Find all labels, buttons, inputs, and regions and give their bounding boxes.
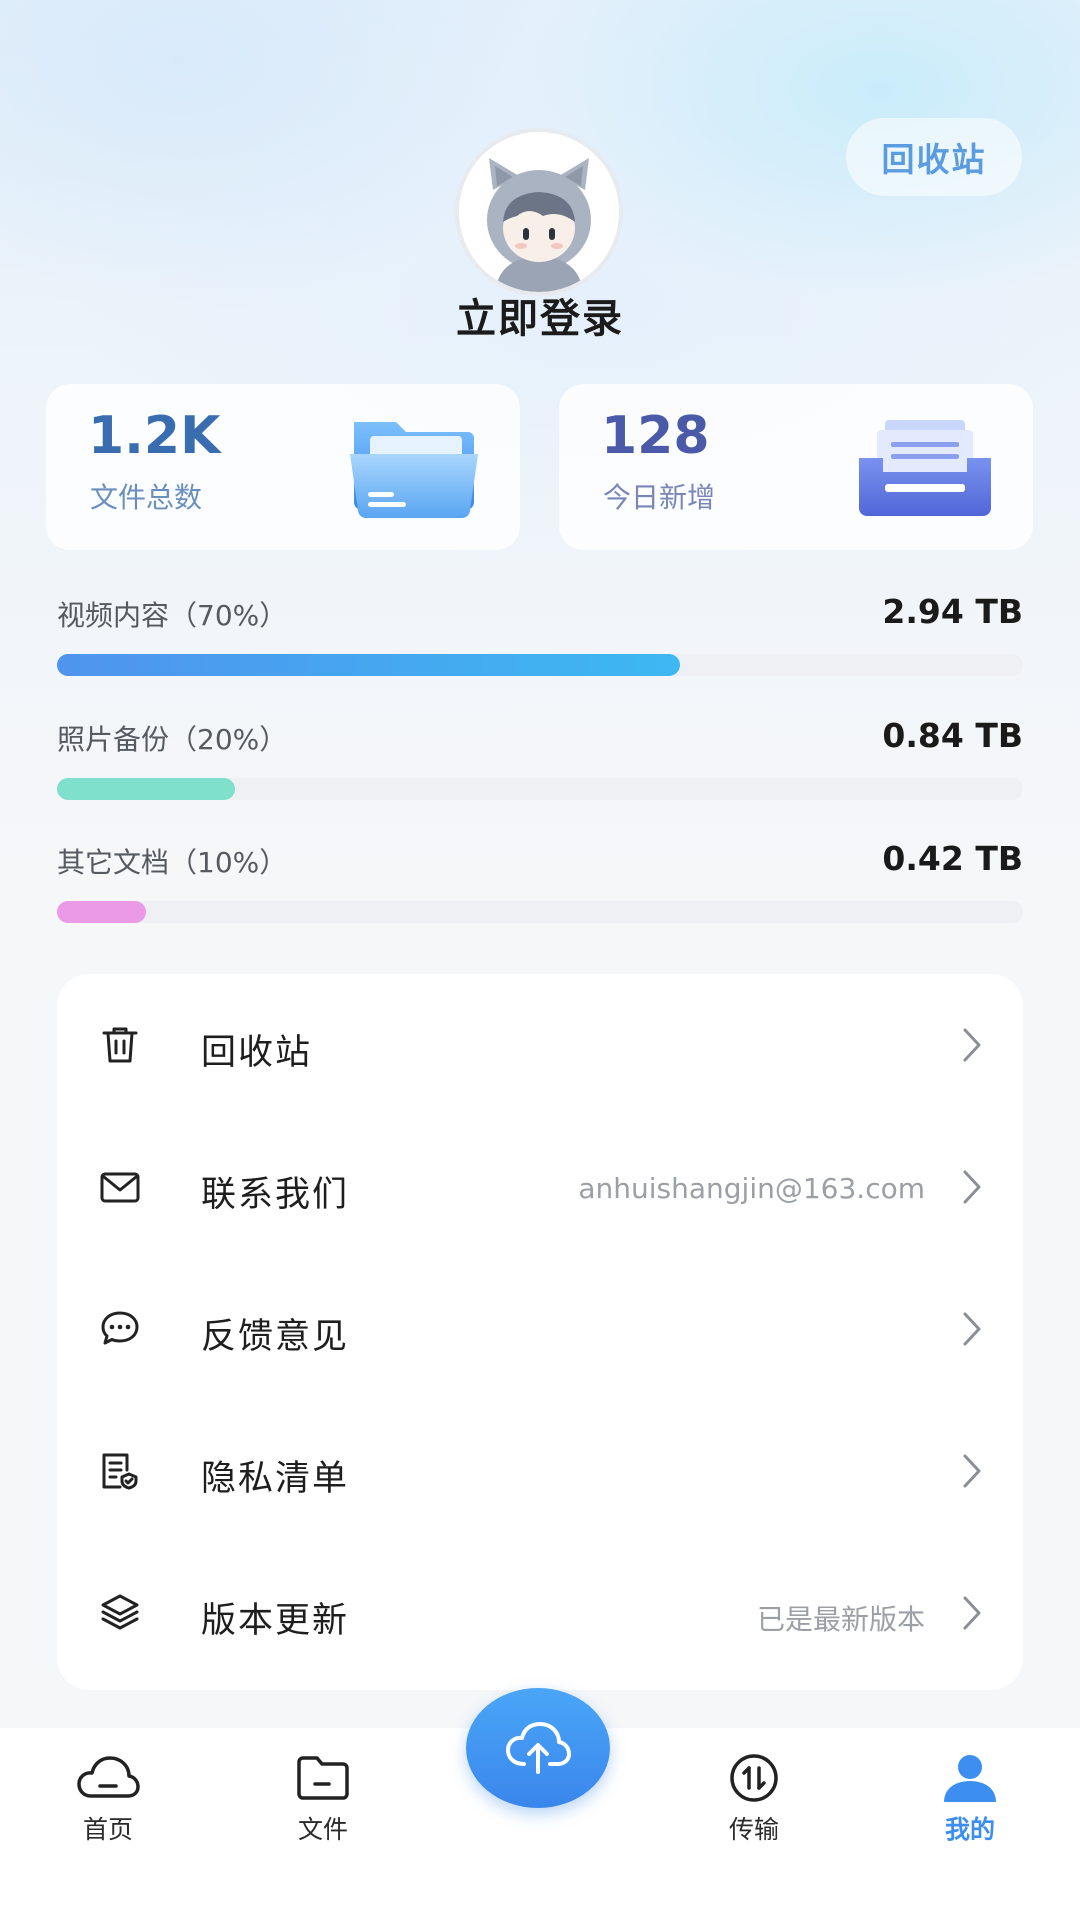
- folder-open-icon: [350, 422, 478, 518]
- chat-bubble-icon: [101, 1311, 139, 1345]
- storage-video-size: 2.94 TB: [882, 592, 1023, 631]
- cloud-upload-icon: [506, 1722, 571, 1774]
- storage-photo-track: [57, 778, 1023, 800]
- chevron-right-icon: [963, 1312, 981, 1346]
- tab-mine-label: 我的: [944, 1815, 995, 1844]
- version-status-text: 已是最新版本: [756, 1603, 925, 1636]
- tab-transfer-label: 传输: [728, 1815, 779, 1844]
- menu-item-privacy-list[interactable]: 隐私清单: [57, 1400, 1023, 1542]
- contact-email-text: anhuishangjin@163.com: [578, 1172, 925, 1205]
- menu-item-recycle-bin[interactable]: 回收站: [57, 974, 1023, 1116]
- tab-home-label: 首页: [82, 1815, 133, 1844]
- trash-icon: [102, 1027, 138, 1063]
- chevron-right-icon: [963, 1454, 981, 1488]
- menu-label: 隐私清单: [201, 1459, 350, 1499]
- privacy-list-icon: [102, 1453, 138, 1490]
- document-tray-icon: [859, 420, 991, 516]
- recycle-bin-shortcut-button[interactable]: 回收站: [846, 118, 1022, 196]
- chevron-right-icon: [963, 1596, 981, 1630]
- menu-label: 回收站: [201, 1033, 313, 1073]
- login-link[interactable]: 立即登录: [0, 286, 1080, 344]
- avatar-illustration-icon: [459, 132, 619, 292]
- tab-files[interactable]: 文件: [263, 1752, 383, 1846]
- total-files-value: 1.2K: [88, 406, 221, 466]
- storage-docs-fill: [57, 901, 147, 923]
- total-files-label: 文件总数: [90, 481, 203, 514]
- cloud-icon: [77, 1756, 140, 1798]
- tab-files-label: 文件: [297, 1815, 348, 1844]
- storage-photo-fill: [57, 778, 236, 800]
- transfer-icon: [730, 1754, 778, 1802]
- user-icon: [944, 1755, 996, 1802]
- today-new-card[interactable]: 128 今日新增: [559, 384, 1033, 550]
- menu-label: 联系我们: [201, 1175, 350, 1215]
- storage-photo-label: 照片备份（20%）: [57, 723, 288, 756]
- storage-docs-label: 其它文档（10%）: [57, 846, 288, 879]
- upload-button[interactable]: [466, 1688, 610, 1808]
- folder-icon: [297, 1756, 349, 1800]
- tab-home[interactable]: 首页: [48, 1752, 168, 1846]
- layers-icon: [101, 1594, 139, 1630]
- storage-video-track: [57, 654, 1023, 676]
- chevron-right-icon: [963, 1028, 981, 1062]
- storage-docs-size: 0.42 TB: [882, 839, 1023, 878]
- mail-icon: [100, 1172, 140, 1203]
- avatar[interactable]: [455, 128, 623, 296]
- storage-photo-size: 0.84 TB: [882, 716, 1023, 755]
- today-new-label: 今日新增: [603, 481, 716, 514]
- menu-label: 反馈意见: [201, 1317, 350, 1357]
- storage-video-fill: [57, 654, 681, 676]
- menu-item-contact-us[interactable]: 联系我们 anhuishangjin@163.com: [57, 1116, 1023, 1258]
- settings-menu: 回收站 联系我们 anhuishangjin@163.com 反馈意见 隐私清单…: [57, 974, 1023, 1690]
- menu-item-feedback[interactable]: 反馈意见: [57, 1258, 1023, 1400]
- menu-item-version-update[interactable]: 版本更新 已是最新版本: [57, 1542, 1023, 1684]
- storage-video-label: 视频内容（70%）: [57, 599, 288, 632]
- total-files-card[interactable]: 1.2K 文件总数: [46, 384, 520, 550]
- storage-docs-track: [57, 901, 1023, 923]
- chevron-right-icon: [963, 1170, 981, 1204]
- tab-mine[interactable]: 我的: [910, 1752, 1030, 1846]
- menu-label: 版本更新: [201, 1601, 350, 1641]
- tab-transfer[interactable]: 传输: [694, 1752, 814, 1846]
- today-new-value: 128: [601, 406, 710, 466]
